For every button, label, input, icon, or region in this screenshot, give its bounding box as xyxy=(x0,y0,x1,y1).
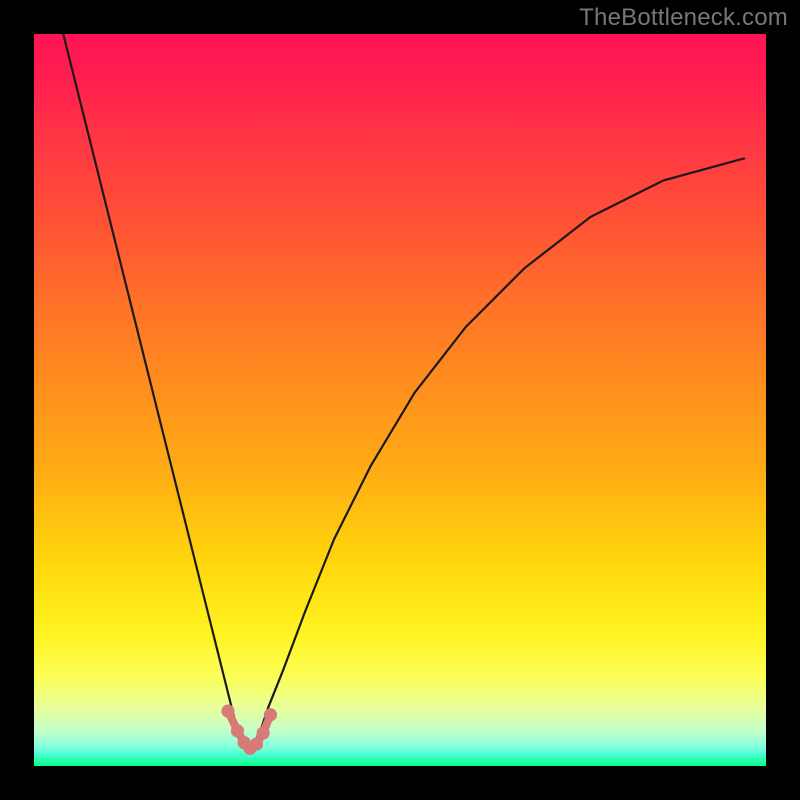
marker-dot xyxy=(231,724,244,737)
marker-dot xyxy=(221,705,234,718)
plot-area xyxy=(34,34,766,766)
watermark-text: TheBottleneck.com xyxy=(579,4,788,32)
marker-dot xyxy=(250,737,263,750)
curve-svg xyxy=(34,34,766,766)
chart-frame: TheBottleneck.com xyxy=(0,0,800,800)
marker-dot xyxy=(257,726,270,739)
bottleneck-curve-right xyxy=(246,158,744,751)
min-region-dots xyxy=(221,705,277,756)
marker-dot xyxy=(264,708,277,721)
bottleneck-curve-left xyxy=(63,34,246,751)
